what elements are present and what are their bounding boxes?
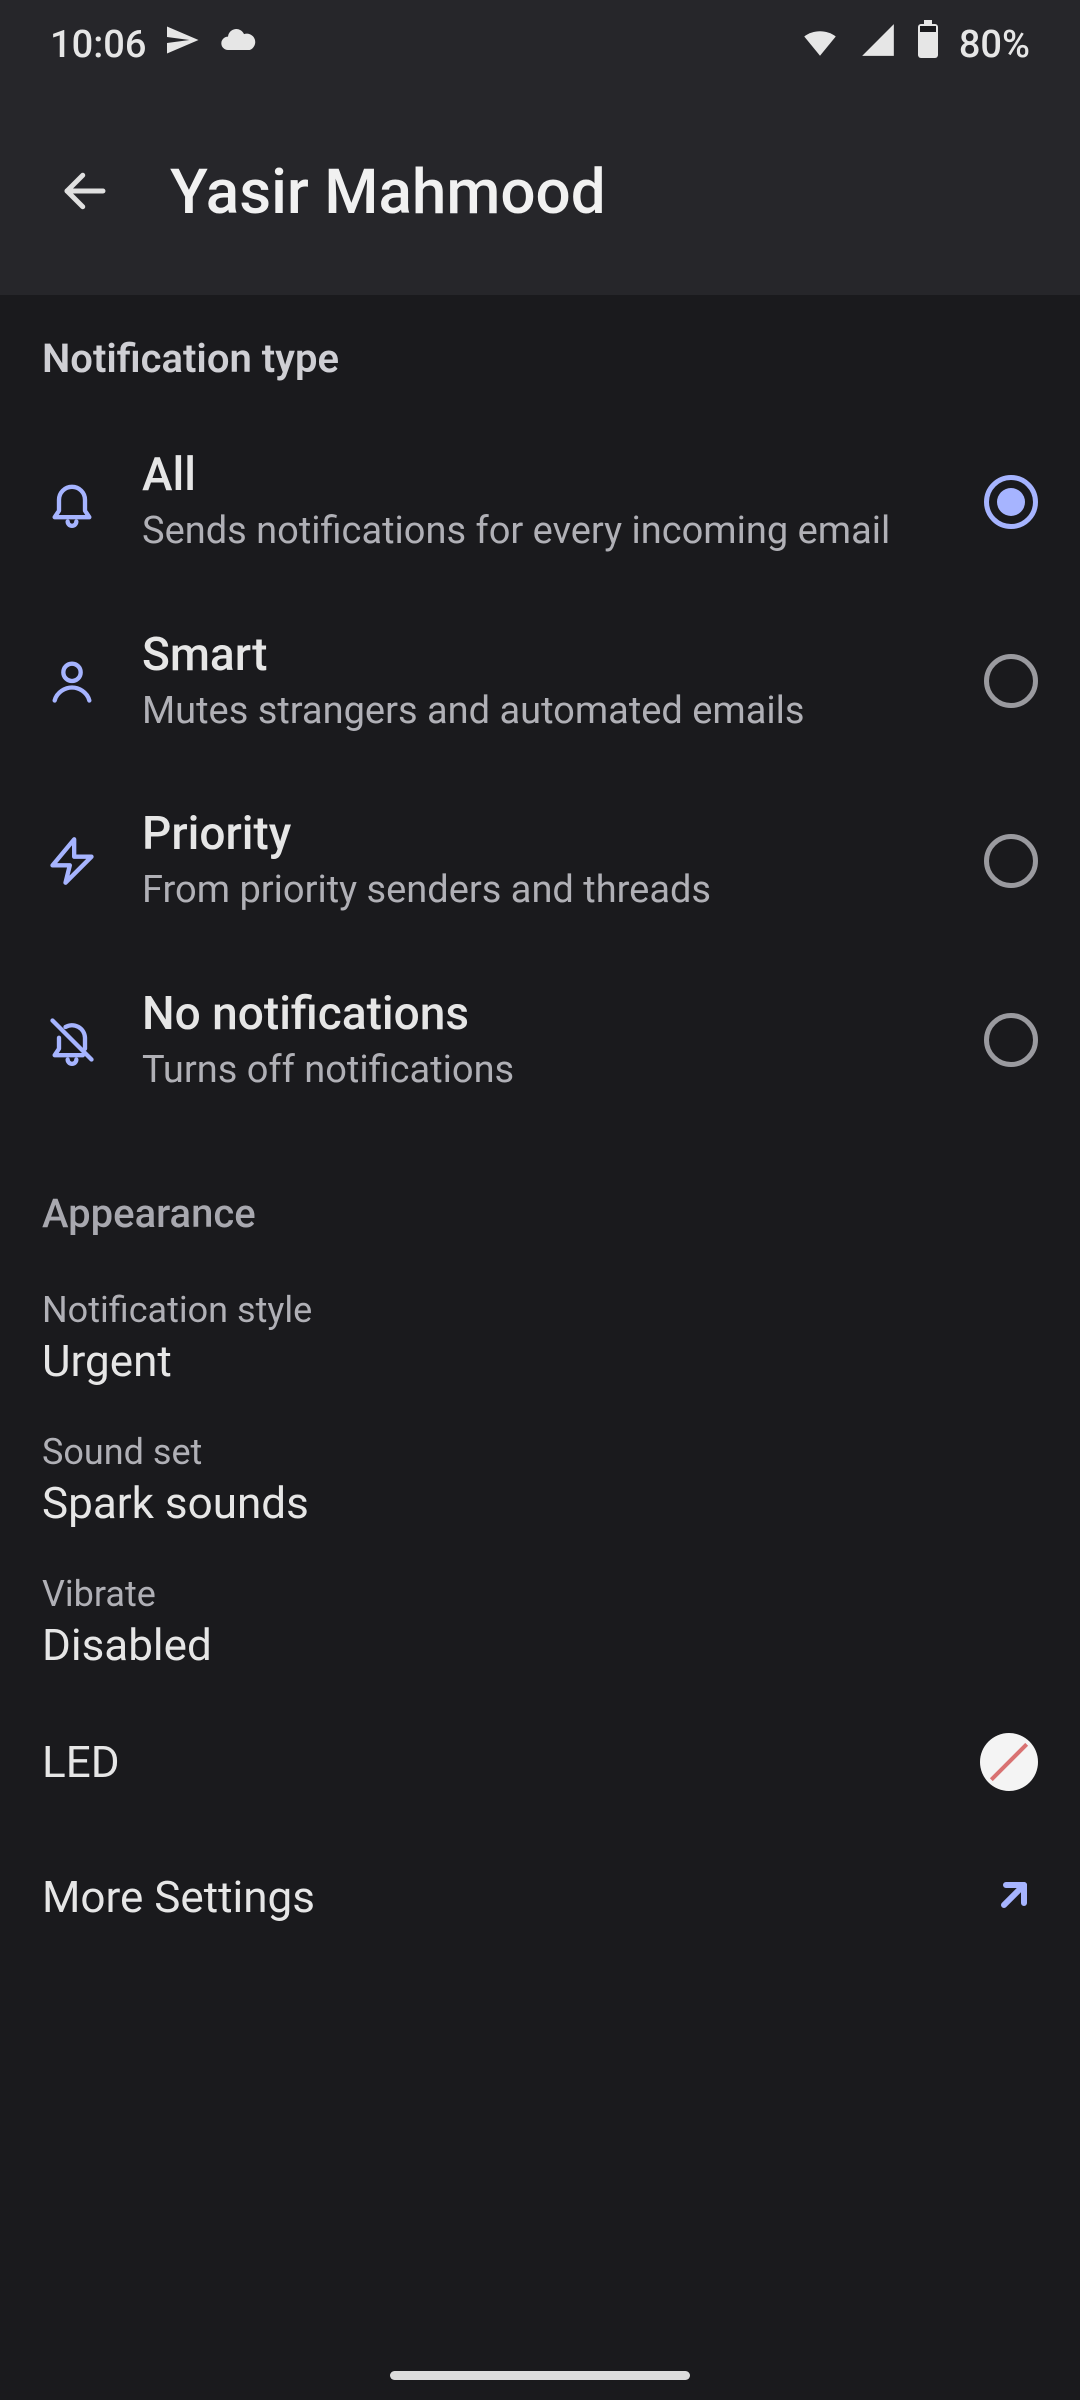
send-icon	[164, 22, 200, 68]
bell-icon	[42, 472, 102, 532]
wifi-icon	[799, 19, 841, 71]
radio-none[interactable]	[984, 1013, 1038, 1067]
option-title: All	[142, 448, 944, 502]
row-label: More Settings	[42, 1871, 315, 1923]
arrow-left-icon	[58, 164, 112, 221]
row-label: Vibrate	[42, 1573, 1038, 1615]
option-subtitle: From priority senders and threads	[142, 867, 944, 915]
home-indicator[interactable]	[390, 2371, 690, 2380]
row-led[interactable]: LED	[0, 1693, 1080, 1831]
person-icon	[42, 651, 102, 711]
section-header-appearance: Appearance	[0, 1130, 1080, 1267]
row-label: LED	[42, 1736, 120, 1788]
led-none-icon	[980, 1733, 1038, 1791]
row-value: Spark sounds	[42, 1477, 1038, 1529]
radio-smart[interactable]	[984, 654, 1038, 708]
notification-option-all[interactable]: All Sends notifications for every incomi…	[0, 412, 1080, 592]
radio-priority[interactable]	[984, 834, 1038, 888]
option-subtitle: Turns off notifications	[142, 1047, 944, 1095]
notification-option-smart[interactable]: Smart Mutes strangers and automated emai…	[0, 592, 1080, 772]
bell-off-icon	[42, 1010, 102, 1070]
back-button[interactable]	[50, 158, 120, 228]
row-more-settings[interactable]: More Settings	[0, 1831, 1080, 1963]
app-bar: Yasir Mahmood	[0, 90, 1080, 295]
radio-all[interactable]	[984, 475, 1038, 529]
row-sound-set[interactable]: Sound set Spark sounds	[0, 1409, 1080, 1551]
row-label: Notification style	[42, 1289, 1038, 1331]
option-title: Smart	[142, 628, 944, 682]
lightning-icon	[42, 831, 102, 891]
status-time: 10:06	[50, 23, 146, 67]
arrow-up-right-icon	[990, 1871, 1038, 1923]
notification-option-none[interactable]: No notifications Turns off notifications	[0, 951, 1080, 1131]
row-value: Disabled	[42, 1619, 1038, 1671]
option-title: Priority	[142, 807, 944, 861]
section-header-notification-type: Notification type	[0, 295, 1080, 412]
row-value: Urgent	[42, 1335, 1038, 1387]
status-right: 80%	[799, 19, 1030, 71]
status-bar: 10:06 80%	[0, 0, 1080, 90]
option-subtitle: Mutes strangers and automated emails	[142, 688, 944, 736]
signal-icon	[859, 21, 897, 69]
battery-percent: 80%	[959, 23, 1030, 67]
status-left: 10:06	[50, 20, 258, 70]
row-vibrate[interactable]: Vibrate Disabled	[0, 1551, 1080, 1693]
row-notification-style[interactable]: Notification style Urgent	[0, 1267, 1080, 1409]
row-label: Sound set	[42, 1431, 1038, 1473]
option-subtitle: Sends notifications for every incoming e…	[142, 508, 944, 556]
page-title: Yasir Mahmood	[170, 156, 606, 229]
notification-option-priority[interactable]: Priority From priority senders and threa…	[0, 771, 1080, 951]
battery-icon	[915, 20, 941, 70]
cloud-icon	[218, 20, 258, 70]
option-title: No notifications	[142, 987, 944, 1041]
